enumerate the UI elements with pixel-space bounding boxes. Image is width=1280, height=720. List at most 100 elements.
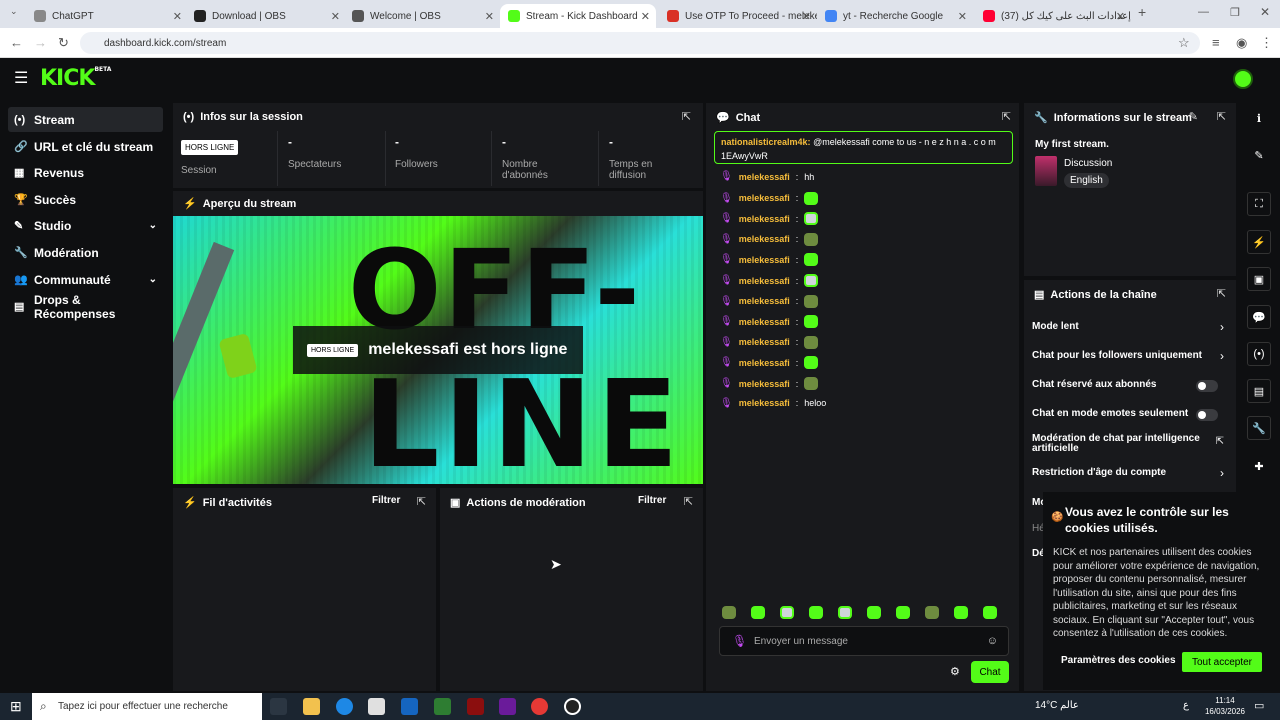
chevron-down-icon[interactable]: ⌄ xyxy=(149,220,157,231)
popout-icon[interactable]: ⇱ xyxy=(684,495,693,508)
obs-icon[interactable] xyxy=(564,698,581,715)
chat-username[interactable]: melekessafi xyxy=(739,398,790,408)
emote-button[interactable] xyxy=(780,606,794,619)
option-ai-moderation[interactable]: Modération de chat par intelligence arti… xyxy=(1032,434,1202,454)
browser-tab[interactable]: ChatGPT ✕ xyxy=(26,4,188,28)
sidebar-item-studio[interactable]: ✎ Studio ⌄ xyxy=(8,213,163,238)
url-input[interactable]: dashboard.kick.com/stream xyxy=(80,32,1200,54)
settings-icon[interactable]: ⚙ xyxy=(950,665,960,678)
sidebar-item-moderation[interactable]: 🔧 Modération xyxy=(8,240,163,265)
chat-send-button[interactable]: Chat xyxy=(971,661,1009,683)
toggle-switch[interactable] xyxy=(1196,380,1218,392)
sidebar-item-drops[interactable]: ▤ Drops & Récompenses xyxy=(8,293,163,321)
browser-tab[interactable]: Download | OBS ✕ xyxy=(186,4,346,28)
notification-icon[interactable]: ▭ xyxy=(1254,699,1264,712)
close-tab-icon[interactable]: ✕ xyxy=(641,10,650,23)
popout-icon[interactable]: ⇱ xyxy=(1002,110,1011,123)
browser-tab[interactable]: yt - Recherche Google ✕ xyxy=(817,4,973,28)
browser-tab[interactable]: Use OTP To Proceed - melekess ✕ xyxy=(659,4,817,28)
emote-button[interactable] xyxy=(722,606,736,619)
bolt-icon[interactable]: ⚡ xyxy=(1247,230,1271,254)
pinned-username[interactable]: nationalisticrealm4k: xyxy=(721,137,811,147)
hamburger-icon[interactable]: ☰ xyxy=(14,68,28,88)
pinned-message[interactable]: nationalisticrealm4k: @melekessafi come … xyxy=(714,131,1013,164)
sidebar-item-community[interactable]: 👥 Communauté ⌄ xyxy=(8,267,163,292)
mail-icon[interactable] xyxy=(401,698,418,715)
avatar[interactable] xyxy=(1233,69,1253,89)
emote-button[interactable] xyxy=(751,606,765,619)
chat-username[interactable]: melekessafi xyxy=(739,317,790,327)
chat-input[interactable]: 🎙 Envoyer un message ☺ xyxy=(719,626,1009,656)
back-icon[interactable]: ← xyxy=(10,35,23,50)
reload-icon[interactable]: ↻ xyxy=(58,35,69,51)
popout-icon[interactable]: ⇱ xyxy=(682,110,691,123)
illustrator-icon[interactable] xyxy=(467,698,484,715)
stream-preview[interactable]: OFF- LINE HORS LIGNE melekessafi est hor… xyxy=(173,216,703,484)
info-icon[interactable]: ℹ xyxy=(1247,106,1271,130)
emote-button[interactable] xyxy=(925,606,939,619)
profile-icon[interactable]: ◉ xyxy=(1236,35,1247,51)
new-tab-button[interactable]: + xyxy=(1138,4,1146,20)
accept-all-button[interactable]: Tout accepter xyxy=(1182,652,1262,672)
extensions-icon[interactable]: ≡ xyxy=(1212,35,1220,50)
sidebar-item-stream-key[interactable]: 🔗 URL et clé du stream xyxy=(8,134,163,159)
task-view-icon[interactable] xyxy=(270,698,287,715)
close-tab-icon[interactable]: ✕ xyxy=(173,10,182,23)
chat-username[interactable]: melekessafi xyxy=(739,296,790,306)
edit-icon[interactable]: ✎ xyxy=(1247,143,1271,167)
browser-tab[interactable]: Stream - Kick Dashboard ✕ xyxy=(500,4,656,28)
tab-search-icon[interactable]: ⌄ xyxy=(10,6,18,17)
chevron-right-icon[interactable]: › xyxy=(1220,349,1224,363)
shield-icon[interactable]: ▣ xyxy=(1247,267,1271,291)
store-icon[interactable] xyxy=(368,698,385,715)
popout-icon[interactable]: ⇱ xyxy=(1217,287,1226,300)
chrome-icon[interactable] xyxy=(531,698,548,715)
popout-icon[interactable]: ⇱ xyxy=(417,495,426,508)
app-icon[interactable] xyxy=(434,698,451,715)
chevron-down-icon[interactable]: ⌄ xyxy=(149,274,157,285)
close-window-icon[interactable]: ✕ xyxy=(1260,5,1270,19)
emote-button[interactable] xyxy=(954,606,968,619)
maximize-icon[interactable]: ❐ xyxy=(1230,6,1240,19)
bookmark-icon[interactable]: ☆ xyxy=(1178,35,1190,51)
sidebar-item-achievements[interactable]: 🏆 Succès xyxy=(8,187,163,212)
edge-icon[interactable] xyxy=(336,698,353,715)
emote-button[interactable] xyxy=(809,606,823,619)
toggle-switch[interactable] xyxy=(1196,409,1218,421)
chat-username[interactable]: melekessafi xyxy=(739,234,790,244)
emote-button[interactable] xyxy=(983,606,997,619)
close-tab-icon[interactable]: ✕ xyxy=(1116,10,1125,23)
weather-text[interactable]: 14°C عالم xyxy=(1035,700,1079,711)
chat-username[interactable]: melekessafi xyxy=(739,379,790,389)
close-tab-icon[interactable]: ✕ xyxy=(485,10,494,23)
emote-button[interactable] xyxy=(838,606,852,619)
close-tab-icon[interactable]: ✕ xyxy=(958,10,967,23)
emote-button[interactable] xyxy=(896,606,910,619)
menu-icon[interactable]: ⋮ xyxy=(1260,35,1273,51)
kick-logo[interactable]: KICKBETA xyxy=(40,66,111,91)
sidebar-item-stream[interactable]: (•) Stream xyxy=(8,107,163,132)
language-indicator[interactable]: ع xyxy=(1183,700,1189,711)
emote-button[interactable] xyxy=(867,606,881,619)
sliders-icon[interactable]: ▤ xyxy=(1247,379,1271,403)
filter-button[interactable]: Filtrer xyxy=(372,495,400,506)
add-widget-icon[interactable]: ✚ xyxy=(1247,454,1271,478)
cookie-settings-button[interactable]: Paramètres des cookies xyxy=(1061,655,1176,666)
chevron-right-icon[interactable]: › xyxy=(1220,466,1224,480)
browser-tab[interactable]: Welcome | OBS ✕ xyxy=(344,4,500,28)
close-tab-icon[interactable]: ✕ xyxy=(802,10,811,23)
app-icon[interactable] xyxy=(499,698,516,715)
wrench-icon[interactable]: 🔧 xyxy=(1247,416,1271,440)
chat-username[interactable]: melekessafi xyxy=(739,193,790,203)
sidebar-item-revenue[interactable]: ▦ Revenus xyxy=(8,160,163,185)
forward-icon[interactable]: → xyxy=(34,35,47,50)
emoji-icon[interactable]: ☺ xyxy=(987,635,998,647)
clock[interactable]: 11:14 16/03/2026 xyxy=(1204,695,1246,717)
file-explorer-icon[interactable] xyxy=(303,698,320,715)
external-link-icon[interactable]: ⇱ xyxy=(1216,436,1224,447)
popout-icon[interactable]: ⇱ xyxy=(1217,110,1226,123)
minimize-icon[interactable]: — xyxy=(1198,6,1209,18)
option-age-restriction[interactable]: Restriction d'âge du compte xyxy=(1032,467,1232,478)
option-slow-mode[interactable]: Mode lent xyxy=(1032,321,1232,332)
chat-username[interactable]: melekessafi xyxy=(739,276,790,286)
